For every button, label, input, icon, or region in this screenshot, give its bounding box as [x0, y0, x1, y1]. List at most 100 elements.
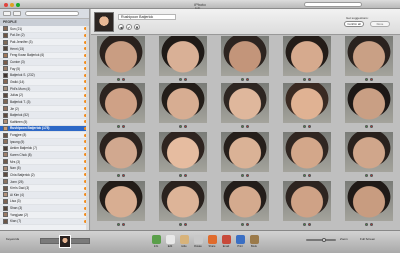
confirm-icon[interactable]	[241, 124, 244, 128]
confirm-icon[interactable]	[117, 124, 120, 128]
person-row[interactable]: Feng Kwan Batjerlok (6)	[0, 52, 89, 60]
reject-icon[interactable]	[122, 124, 125, 128]
person-row[interactable]: Pat Jie (2)	[0, 32, 89, 40]
person-row[interactable]: Jonn (25)	[0, 178, 89, 186]
zoom-slider[interactable]	[306, 237, 336, 242]
reject-icon[interactable]	[246, 173, 249, 177]
confirm-icon[interactable]	[241, 222, 244, 226]
reject-icon[interactable]	[246, 124, 249, 128]
face-photo[interactable]	[159, 181, 207, 227]
face-photo[interactable]	[97, 36, 145, 82]
reject-icon[interactable]	[308, 124, 311, 128]
confirm-icon[interactable]	[179, 173, 182, 177]
confirm-icon[interactable]	[117, 222, 120, 226]
confirm-icon[interactable]	[365, 77, 368, 81]
person-row[interactable]: Lisa (3)	[0, 198, 89, 206]
reject-icon[interactable]	[308, 173, 311, 177]
person-row[interactable]: Shan (3)	[0, 205, 89, 212]
face-photo[interactable]	[345, 36, 393, 82]
back-arrow-icon[interactable]: ◀	[118, 24, 124, 30]
person-row[interactable]: Julius (2)	[0, 92, 89, 100]
confirm-icon[interactable]	[241, 77, 244, 81]
confirm-icon[interactable]	[179, 124, 182, 128]
person-row[interactable]: Batjerlok T. (3)	[0, 99, 89, 106]
face-photo[interactable]	[221, 132, 269, 178]
confirm-icon[interactable]	[179, 222, 182, 226]
tool-edit-button[interactable]: Edit	[164, 235, 176, 248]
tool-email-button[interactable]: Email	[220, 235, 232, 248]
face-photo[interactable]	[159, 83, 207, 129]
reject-icon[interactable]	[370, 173, 373, 177]
confirm-icon[interactable]	[241, 173, 244, 177]
face-photo[interactable]	[345, 83, 393, 129]
tool-share-button[interactable]: Share	[206, 235, 218, 248]
person-row[interactable]: Phil's Mum (4)	[0, 85, 89, 93]
confirm-icon[interactable]	[303, 173, 306, 177]
reject-icon[interactable]	[246, 222, 249, 226]
zoom-slider-knob[interactable]	[322, 237, 326, 242]
reject-icon[interactable]	[370, 222, 373, 226]
face-photo[interactable]	[159, 36, 207, 82]
tool-info-button[interactable]: Info	[150, 235, 162, 248]
face-photo[interactable]	[283, 36, 331, 82]
confirm-icon[interactable]	[179, 77, 182, 81]
confirm-icon[interactable]	[365, 222, 368, 226]
confirm-icon[interactable]	[303, 222, 306, 226]
close-window-button[interactable]	[4, 2, 8, 7]
confirm-icon[interactable]	[117, 173, 120, 177]
zoom-window-button[interactable]	[16, 2, 20, 7]
confirm-icon[interactable]	[303, 77, 306, 81]
confirm-icon[interactable]	[365, 124, 368, 128]
sidebar-scrollbar[interactable]	[86, 26, 89, 230]
face-photo[interactable]	[221, 83, 269, 129]
filmstrip-thumbnail[interactable]	[59, 235, 71, 248]
face-photo[interactable]	[221, 36, 269, 82]
person-row[interactable]: Sun (21)	[0, 26, 89, 33]
person-row[interactable]: Kian (7)	[0, 218, 89, 226]
reject-icon[interactable]	[308, 222, 311, 226]
face-photo[interactable]	[97, 181, 145, 227]
face-photo[interactable]	[159, 132, 207, 178]
keywords-button[interactable]: Keywords	[6, 237, 19, 241]
person-row[interactable]: Pak Jennifer (3)	[0, 39, 89, 46]
filmstrip[interactable]	[40, 235, 90, 248]
reject-icon[interactable]	[184, 222, 187, 226]
person-row[interactable]: Jie (2)	[0, 106, 89, 113]
person-name-field[interactable]: Rushipoon Batjerlok	[118, 14, 176, 20]
reject-icon[interactable]	[184, 124, 187, 128]
face-photo[interactable]	[345, 132, 393, 178]
confirm-check-icon[interactable]: ✔	[126, 24, 132, 30]
person-row[interactable]: Nan (5)	[0, 165, 89, 173]
person-row[interactable]: Ai Kim (4)	[0, 192, 89, 199]
person-row[interactable]: Fongjee (8)	[0, 132, 89, 139]
person-row[interactable]: Batjerlok (52)	[0, 112, 89, 119]
confirm-icon[interactable]	[303, 124, 306, 128]
tool-book-button[interactable]: Book	[248, 235, 260, 248]
tool-print-button[interactable]: Print	[234, 235, 246, 248]
face-photo[interactable]	[283, 83, 331, 129]
confirm-icon[interactable]	[117, 77, 120, 81]
person-row[interactable]: Chia Batjerlok (2)	[0, 172, 89, 179]
person-row[interactable]: Kathleen (5)	[0, 119, 89, 126]
reject-icon[interactable]	[370, 124, 373, 128]
reject-icon[interactable]	[308, 77, 311, 81]
sidebar-add-button[interactable]	[3, 11, 11, 16]
person-row[interactable]: Batjerlok S. (232)	[0, 72, 89, 80]
reject-icon[interactable]	[122, 173, 125, 177]
face-photo[interactable]	[283, 132, 331, 178]
person-row[interactable]: Karen Chok (8)	[0, 152, 89, 159]
face-photo[interactable]	[283, 181, 331, 227]
face-photo[interactable]	[97, 83, 145, 129]
face-photo[interactable]	[221, 181, 269, 227]
confirm-all-button[interactable]: Confirm all	[344, 21, 364, 27]
person-row[interactable]: Gwiki (14)	[0, 79, 89, 86]
full-screen-button[interactable]: Full Screen	[360, 237, 375, 241]
tool-rotate-button[interactable]: Rotate	[192, 235, 204, 248]
person-row[interactable]: Cunice (3)	[0, 59, 89, 66]
face-photo[interactable]	[345, 181, 393, 227]
face-photo[interactable]	[97, 132, 145, 178]
person-row[interactable]: Aekim Batjerlok (7)	[0, 145, 89, 153]
people-search-input[interactable]	[25, 11, 79, 16]
person-row[interactable]: Fay (5)	[0, 66, 89, 73]
reject-icon[interactable]	[122, 222, 125, 226]
